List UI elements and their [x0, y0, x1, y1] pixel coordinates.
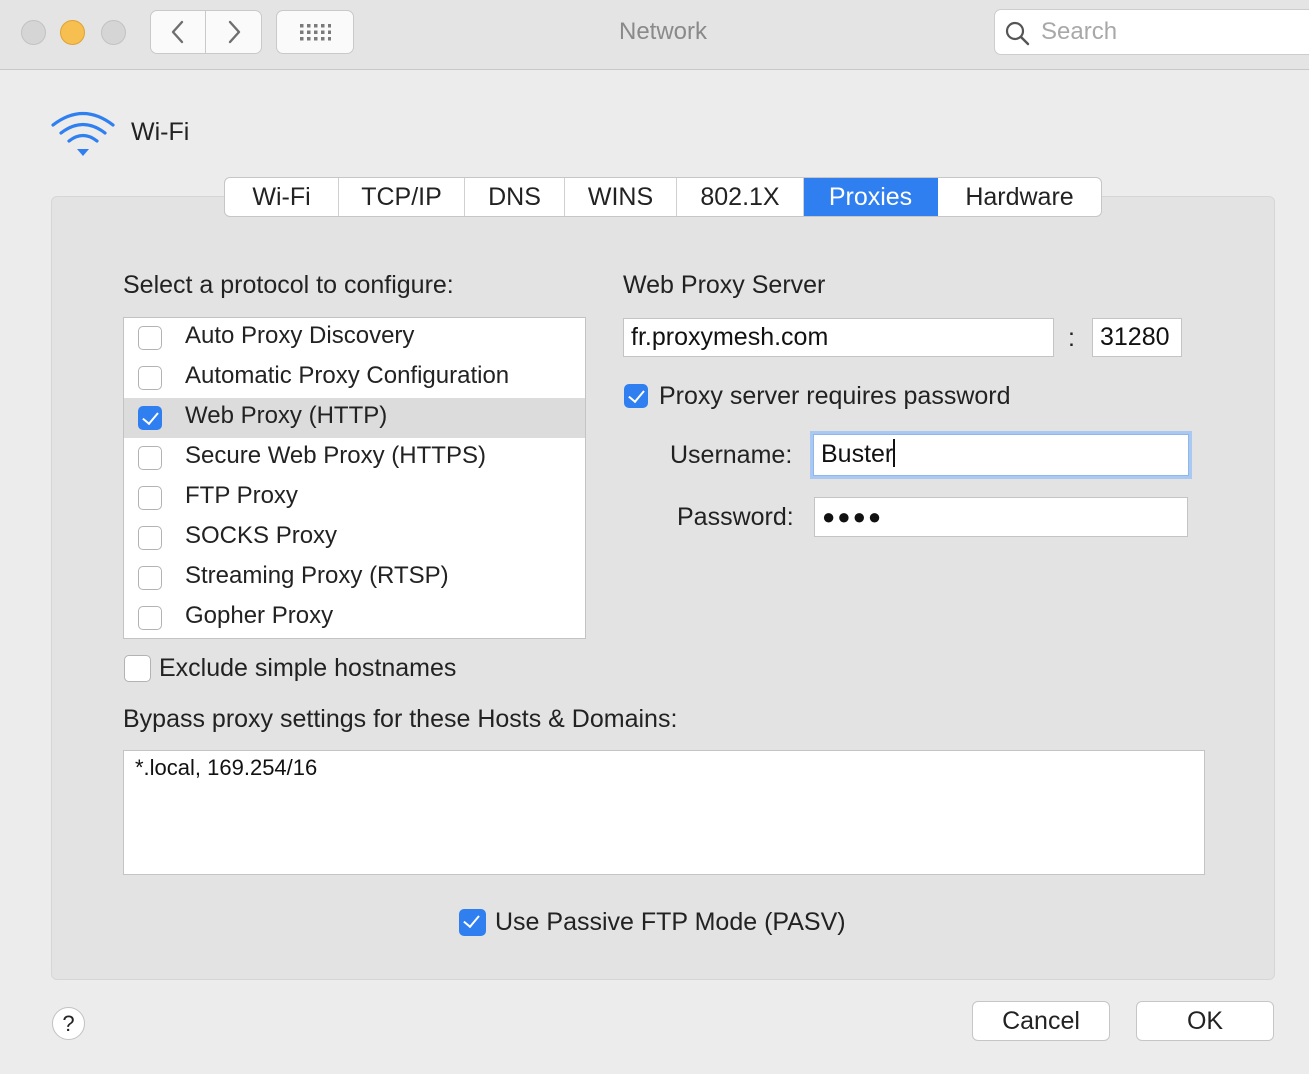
chevron-right-icon	[228, 20, 240, 44]
protocol-checkbox[interactable]	[138, 526, 162, 550]
bypass-textarea[interactable]: *.local, 169.254/16	[123, 750, 1205, 875]
tab-dns[interactable]: DNS	[465, 178, 565, 216]
bypass-label: Bypass proxy settings for these Hosts & …	[123, 705, 678, 733]
password-mask: ●●●●	[822, 504, 884, 529]
minimize-window-button[interactable]	[60, 20, 85, 45]
password-field[interactable]: ●●●●	[814, 497, 1188, 537]
passive-ftp-checkbox[interactable]	[459, 909, 486, 936]
protocol-heading: Select a protocol to configure:	[123, 271, 454, 299]
text-caret	[893, 439, 896, 467]
protocol-label: Web Proxy (HTTP)	[185, 402, 388, 429]
close-window-button[interactable]	[21, 20, 46, 45]
ok-button[interactable]: OK	[1136, 1001, 1274, 1041]
protocol-checkbox[interactable]	[138, 446, 162, 470]
back-button[interactable]	[150, 10, 206, 54]
forward-button[interactable]	[206, 10, 262, 54]
tab-wins[interactable]: WINS	[565, 178, 677, 216]
port-separator: :	[1068, 324, 1075, 352]
help-button[interactable]: ?	[52, 1007, 85, 1040]
password-label: Password:	[677, 503, 794, 531]
username-value: Buster	[821, 440, 894, 468]
protocol-row-auto-proxy-discovery[interactable]: Auto Proxy Discovery	[124, 318, 585, 358]
username-field[interactable]: Buster	[813, 434, 1189, 476]
chevron-left-icon	[171, 20, 184, 44]
wifi-icon	[51, 112, 115, 156]
window-title: Network	[618, 18, 708, 45]
protocol-label: FTP Proxy	[185, 482, 298, 509]
passive-ftp-label: Use Passive FTP Mode (PASV)	[495, 908, 846, 936]
title-bar: Network	[0, 0, 1309, 70]
tab-tcpip[interactable]: TCP/IP	[339, 178, 465, 216]
protocol-checkbox[interactable]	[138, 606, 162, 630]
tab-wifi[interactable]: Wi-Fi	[225, 178, 339, 216]
protocol-label: Auto Proxy Discovery	[185, 322, 415, 349]
protocol-row-ftp-proxy[interactable]: FTP Proxy	[124, 478, 585, 518]
protocol-label: Streaming Proxy (RTSP)	[185, 562, 449, 589]
web-proxy-server-heading: Web Proxy Server	[623, 271, 826, 299]
tab-hardware[interactable]: Hardware	[938, 178, 1101, 216]
protocol-checkbox[interactable]	[138, 406, 162, 430]
proxy-port-field[interactable]: 31280	[1092, 318, 1182, 357]
proxy-host-field[interactable]: fr.proxymesh.com	[623, 318, 1054, 357]
protocol-label: Secure Web Proxy (HTTPS)	[185, 442, 486, 469]
show-all-button[interactable]	[276, 10, 354, 54]
exclude-simple-hostnames-label: Exclude simple hostnames	[159, 654, 457, 682]
protocol-checkbox[interactable]	[138, 366, 162, 390]
protocol-checkbox[interactable]	[138, 326, 162, 350]
cancel-button[interactable]: Cancel	[972, 1001, 1110, 1041]
protocol-row-streaming-proxy-rtsp[interactable]: Streaming Proxy (RTSP)	[124, 558, 585, 598]
protocol-checkbox[interactable]	[138, 486, 162, 510]
exclude-simple-hostnames-checkbox[interactable]	[124, 655, 151, 682]
protocol-list: Auto Proxy Discovery Automatic Proxy Con…	[123, 317, 586, 639]
search-icon	[1005, 21, 1030, 46]
protocol-row-secure-web-proxy-https[interactable]: Secure Web Proxy (HTTPS)	[124, 438, 585, 478]
search-input[interactable]	[1039, 15, 1303, 49]
protocol-row-web-proxy-http[interactable]: Web Proxy (HTTP)	[124, 398, 585, 438]
search-box[interactable]	[994, 9, 1309, 55]
requires-password-checkbox[interactable]	[624, 384, 648, 408]
username-label: Username:	[670, 441, 793, 469]
grid-icon	[300, 24, 331, 41]
tab-8021x[interactable]: 802.1X	[677, 178, 804, 216]
protocol-row-socks-proxy[interactable]: SOCKS Proxy	[124, 518, 585, 558]
interface-name: Wi-Fi	[131, 118, 190, 146]
protocol-row-automatic-proxy-configuration[interactable]: Automatic Proxy Configuration	[124, 358, 585, 398]
protocol-label: Gopher Proxy	[185, 602, 334, 629]
protocol-row-gopher-proxy[interactable]: Gopher Proxy	[124, 598, 585, 638]
zoom-window-button[interactable]	[101, 20, 126, 45]
protocol-label: SOCKS Proxy	[185, 522, 338, 549]
tab-bar: Wi-Fi TCP/IP DNS WINS 802.1X Proxies Har…	[224, 177, 1102, 217]
requires-password-label: Proxy server requires password	[659, 382, 1011, 410]
protocol-label: Automatic Proxy Configuration	[185, 362, 510, 389]
protocol-checkbox[interactable]	[138, 566, 162, 590]
tab-proxies[interactable]: Proxies	[804, 178, 938, 216]
